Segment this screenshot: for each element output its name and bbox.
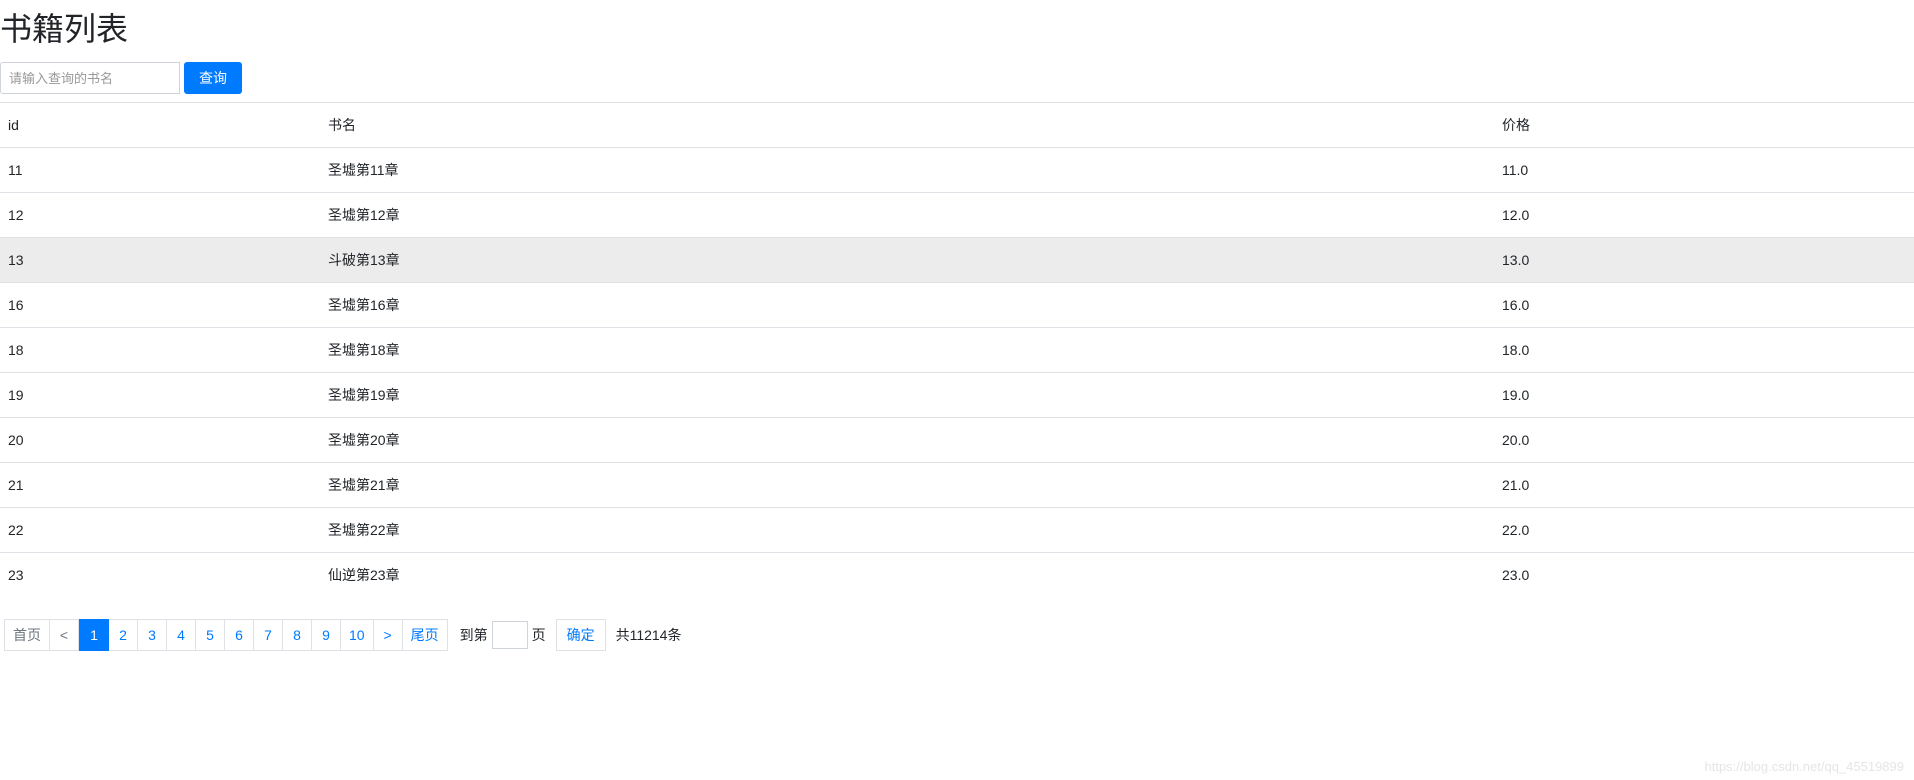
cell-name: 圣墟第16章 [320, 283, 1494, 328]
cell-id: 20 [0, 418, 320, 463]
table-row[interactable]: 16圣墟第16章16.0 [0, 283, 1914, 328]
cell-id: 11 [0, 148, 320, 193]
cell-id: 19 [0, 373, 320, 418]
page-number[interactable]: 10 [340, 619, 374, 651]
table-row[interactable]: 12圣墟第12章12.0 [0, 193, 1914, 238]
cell-price: 20.0 [1494, 418, 1914, 463]
cell-id: 13 [0, 238, 320, 283]
cell-id: 22 [0, 508, 320, 553]
table-row[interactable]: 13斗破第13章13.0 [0, 238, 1914, 283]
cell-price: 11.0 [1494, 148, 1914, 193]
search-row: 查询 [0, 62, 1914, 94]
header-name: 书名 [320, 103, 1494, 148]
goto-confirm[interactable]: 确定 [556, 619, 606, 651]
page-number[interactable]: 3 [137, 619, 167, 651]
book-table: id 书名 价格 11圣墟第11章11.012圣墟第12章12.013斗破第13… [0, 102, 1914, 597]
page-number[interactable]: 6 [224, 619, 254, 651]
cell-price: 21.0 [1494, 463, 1914, 508]
table-row[interactable]: 11圣墟第11章11.0 [0, 148, 1914, 193]
search-input[interactable] [0, 62, 180, 94]
page-number[interactable]: 2 [108, 619, 138, 651]
table-row[interactable]: 18圣墟第18章18.0 [0, 328, 1914, 373]
total-count: 共11214条 [616, 625, 682, 645]
table-row[interactable]: 19圣墟第19章19.0 [0, 373, 1914, 418]
cell-name: 圣墟第12章 [320, 193, 1494, 238]
cell-name: 圣墟第18章 [320, 328, 1494, 373]
page-number[interactable]: 7 [253, 619, 283, 651]
cell-price: 12.0 [1494, 193, 1914, 238]
cell-price: 16.0 [1494, 283, 1914, 328]
page-title: 书籍列表 [0, 4, 1914, 50]
cell-price: 23.0 [1494, 553, 1914, 598]
table-row[interactable]: 22圣墟第22章22.0 [0, 508, 1914, 553]
table-row[interactable]: 20圣墟第20章20.0 [0, 418, 1914, 463]
cell-price: 13.0 [1494, 238, 1914, 283]
goto-prefix: 到第 [460, 625, 488, 645]
page-number[interactable]: 9 [311, 619, 341, 651]
cell-id: 23 [0, 553, 320, 598]
page-number[interactable]: 8 [282, 619, 312, 651]
page-first[interactable]: 首页 [4, 619, 50, 651]
table-header-row: id 书名 价格 [0, 103, 1914, 148]
cell-id: 16 [0, 283, 320, 328]
watermark: https://blog.csdn.net/qq_45519899 [1705, 759, 1905, 774]
cell-id: 21 [0, 463, 320, 508]
cell-name: 圣墟第11章 [320, 148, 1494, 193]
page-prev[interactable]: < [49, 619, 79, 651]
page-number[interactable]: 1 [79, 619, 109, 651]
header-id: id [0, 103, 320, 148]
page-next[interactable]: > [373, 619, 403, 651]
cell-name: 圣墟第19章 [320, 373, 1494, 418]
search-button[interactable]: 查询 [184, 62, 242, 94]
cell-name: 圣墟第20章 [320, 418, 1494, 463]
cell-name: 斗破第13章 [320, 238, 1494, 283]
cell-id: 12 [0, 193, 320, 238]
header-price: 价格 [1494, 103, 1914, 148]
cell-price: 18.0 [1494, 328, 1914, 373]
page-last[interactable]: 尾页 [402, 619, 448, 651]
goto-suffix: 页 [532, 625, 546, 645]
page-number[interactable]: 4 [166, 619, 196, 651]
page-number[interactable]: 5 [195, 619, 225, 651]
table-row[interactable]: 23仙逆第23章23.0 [0, 553, 1914, 598]
goto-input[interactable] [492, 621, 528, 649]
pagination: 首页 < 12345678910 > 尾页 到第 页 确定 共11214条 [0, 619, 1914, 651]
cell-name: 圣墟第22章 [320, 508, 1494, 553]
cell-price: 22.0 [1494, 508, 1914, 553]
cell-name: 仙逆第23章 [320, 553, 1494, 598]
cell-price: 19.0 [1494, 373, 1914, 418]
cell-name: 圣墟第21章 [320, 463, 1494, 508]
table-row[interactable]: 21圣墟第21章21.0 [0, 463, 1914, 508]
cell-id: 18 [0, 328, 320, 373]
